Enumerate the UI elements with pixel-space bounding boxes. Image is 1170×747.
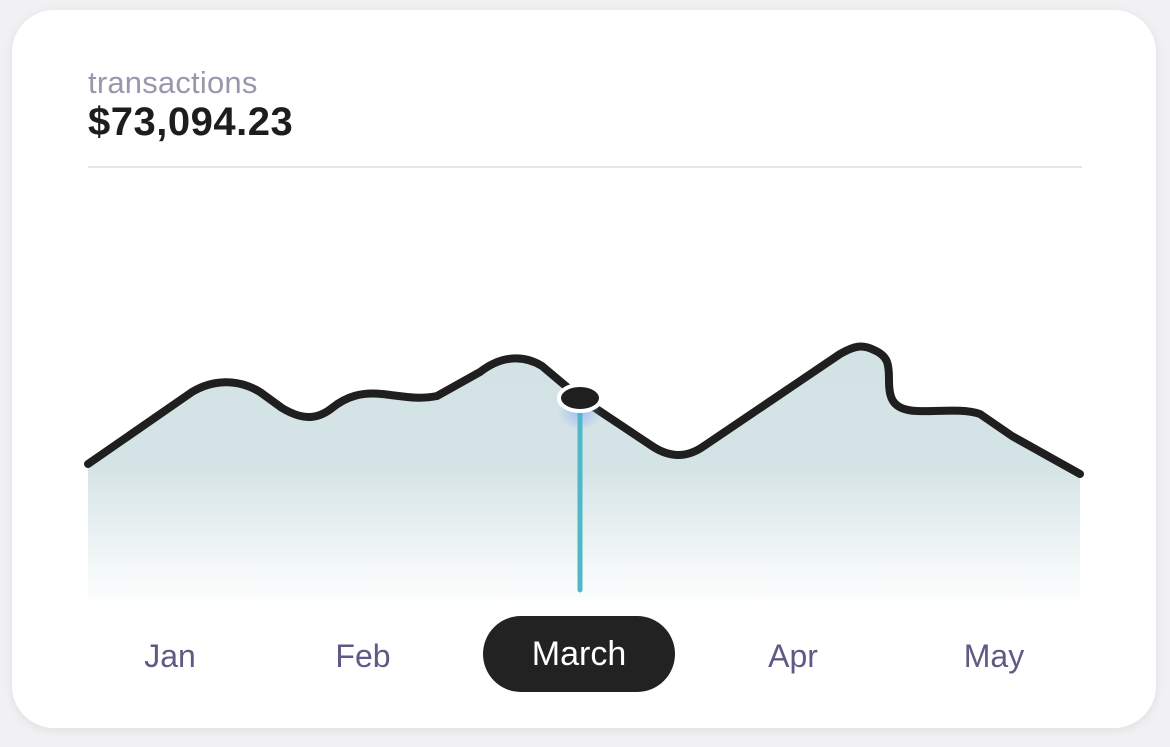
transactions-card: transactions $73,094.23 Jan Feb March Ap… bbox=[12, 10, 1156, 728]
month-may[interactable]: May bbox=[964, 638, 1024, 675]
month-selector: Jan Feb March Apr May bbox=[12, 616, 1156, 694]
selected-month-label: March bbox=[531, 635, 627, 673]
month-apr[interactable]: Apr bbox=[768, 638, 818, 675]
selection-point[interactable] bbox=[557, 383, 603, 413]
month-jan[interactable]: Jan bbox=[144, 638, 196, 675]
month-march-selected[interactable]: March bbox=[483, 616, 675, 692]
month-feb[interactable]: Feb bbox=[335, 638, 390, 675]
